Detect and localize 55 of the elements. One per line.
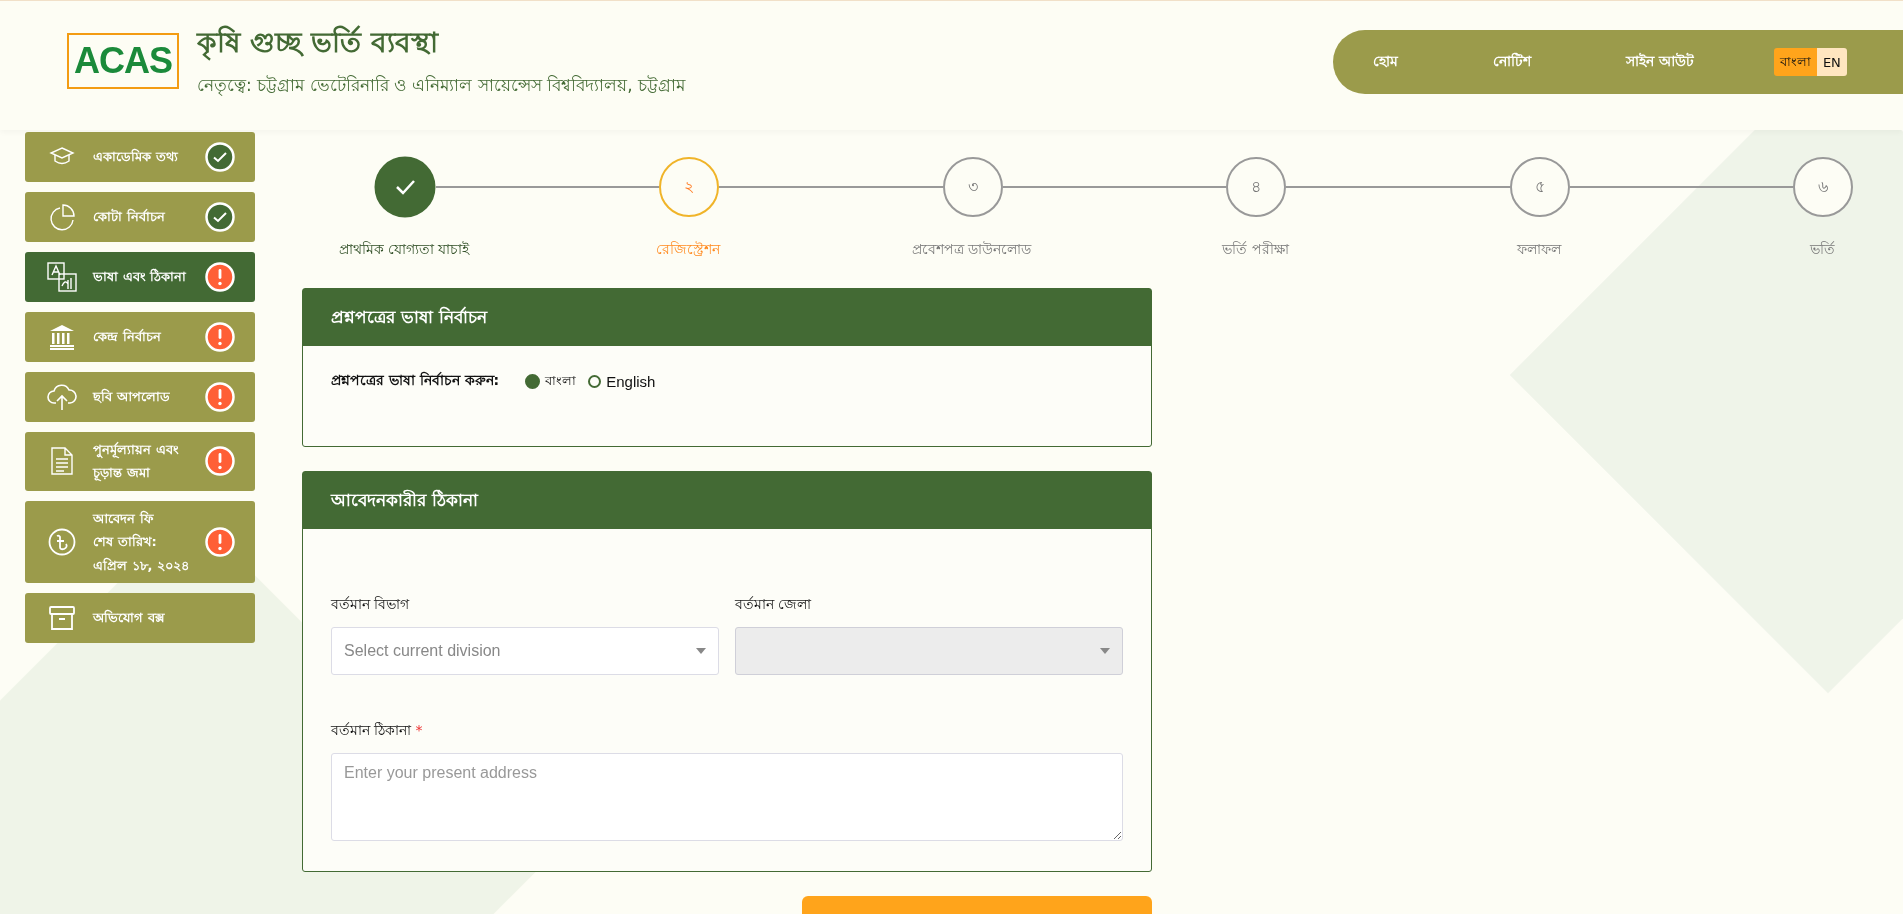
step-number: ৫	[1509, 157, 1570, 217]
sidebar-item[interactable]: ছবি আপলোড	[25, 372, 255, 422]
division-select[interactable]: Select current division	[331, 627, 719, 675]
field-label: বর্তমান ঠিকানা *	[331, 721, 424, 740]
sidebar-label: অভিযোগ বক্স	[93, 608, 166, 628]
language-toggle[interactable]: EN	[1816, 48, 1847, 76]
sidebar-label: ছবি আপলোড	[93, 387, 171, 407]
nav-link[interactable]: হোম	[1373, 50, 1398, 74]
step-number: ৪	[1226, 157, 1287, 217]
sidebar-item[interactable]: ভাষা এবং ঠিকানা	[25, 252, 255, 302]
sidebar-item[interactable]: কেন্দ্র নির্বাচন	[25, 312, 255, 362]
pie-chart-icon	[48, 203, 76, 231]
step-label: রেজিস্ট্রেশন	[654, 240, 722, 259]
step-label: প্রাথমিক যোগ্যতা যাচাই	[337, 240, 471, 259]
step-label: ফলাফল	[1516, 240, 1563, 259]
step-label: ভর্তি পরীক্ষা	[1221, 240, 1291, 259]
caret-icon	[696, 648, 706, 654]
sidebar-label: কেন্দ্র নির্বাচন	[93, 327, 162, 347]
card-title: প্রশ্নপত্রের ভাষা নির্বাচন	[331, 305, 487, 329]
nav-link[interactable]: সাইন আউট	[1626, 50, 1694, 74]
field-label: বর্তমান বিভাগ	[331, 595, 411, 614]
address-field[interactable]: Enter your present address	[331, 753, 1123, 841]
step-label: প্রবেশপত্র ডাউনলোড	[910, 240, 1033, 259]
sidebar-label: ভাষা এবং ঠিকানা	[93, 267, 188, 287]
translate-icon	[47, 262, 77, 292]
bank-icon	[49, 324, 75, 350]
site-title: কৃষি গুচ্ছ ভর্তি ব্যবস্থা	[197, 24, 440, 63]
sidebar-item[interactable]: আবেদন ফি শেষ তারিখ: এপ্রিল ১৮, ২০২৪	[25, 500, 255, 583]
step-number: ৩	[942, 157, 1003, 217]
step-label: ভর্তি	[1809, 240, 1837, 259]
field-label: প্রশ্নপত্রের ভাষা নির্বাচন করুন:	[331, 370, 500, 390]
sidebar-item[interactable]: কোটা নির্বাচন	[25, 192, 255, 242]
radio-option[interactable]: English	[588, 372, 656, 390]
card-title: আবেদনকারীর ঠিকানা	[331, 488, 478, 512]
language-toggle[interactable]: বাংলা	[1773, 48, 1817, 76]
archive-box-icon	[49, 604, 75, 631]
sidebar-label: পুনর্মূল্যায়ন এবং চূড়ান্ত জমা	[93, 441, 180, 483]
step-number: ২	[659, 157, 720, 217]
sidebar-item[interactable]: একাডেমিক তথ্য	[25, 132, 255, 182]
document-icon	[51, 447, 73, 476]
taka-icon	[48, 527, 76, 556]
caret-icon	[1100, 648, 1110, 654]
radio-option[interactable]: বাংলা	[525, 370, 577, 392]
sidebar-item[interactable]: পুনর্মূল্যায়ন এবং চূড়ান্ত জমা	[25, 432, 255, 491]
cloud-upload-icon	[47, 383, 77, 411]
logo: ACAS	[67, 32, 179, 89]
site-subtitle: নেতৃত্বে: চট্টগ্রাম ভেটেরিনারি ও এনিম্যাল সায়েন্সেস বিশ্ববিদ্যালয়, চট্টগ্রাম	[197, 74, 685, 98]
sidebar-label: একাডেমিক তথ্য	[93, 147, 179, 167]
sidebar-label: আবেদন ফি শেষ তারিখ: এপ্রিল ১৮, ২০২৪	[93, 509, 190, 575]
radio-icon[interactable]	[588, 374, 602, 388]
radio-icon[interactable]	[525, 373, 541, 389]
nav-link[interactable]: নোটিশ	[1493, 50, 1531, 74]
sidebar-item[interactable]: অভিযোগ বক্স	[25, 592, 255, 643]
field-label: বর্তমান জেলা	[735, 595, 813, 614]
sidebar-label: কোটা নির্বাচন	[93, 207, 166, 227]
